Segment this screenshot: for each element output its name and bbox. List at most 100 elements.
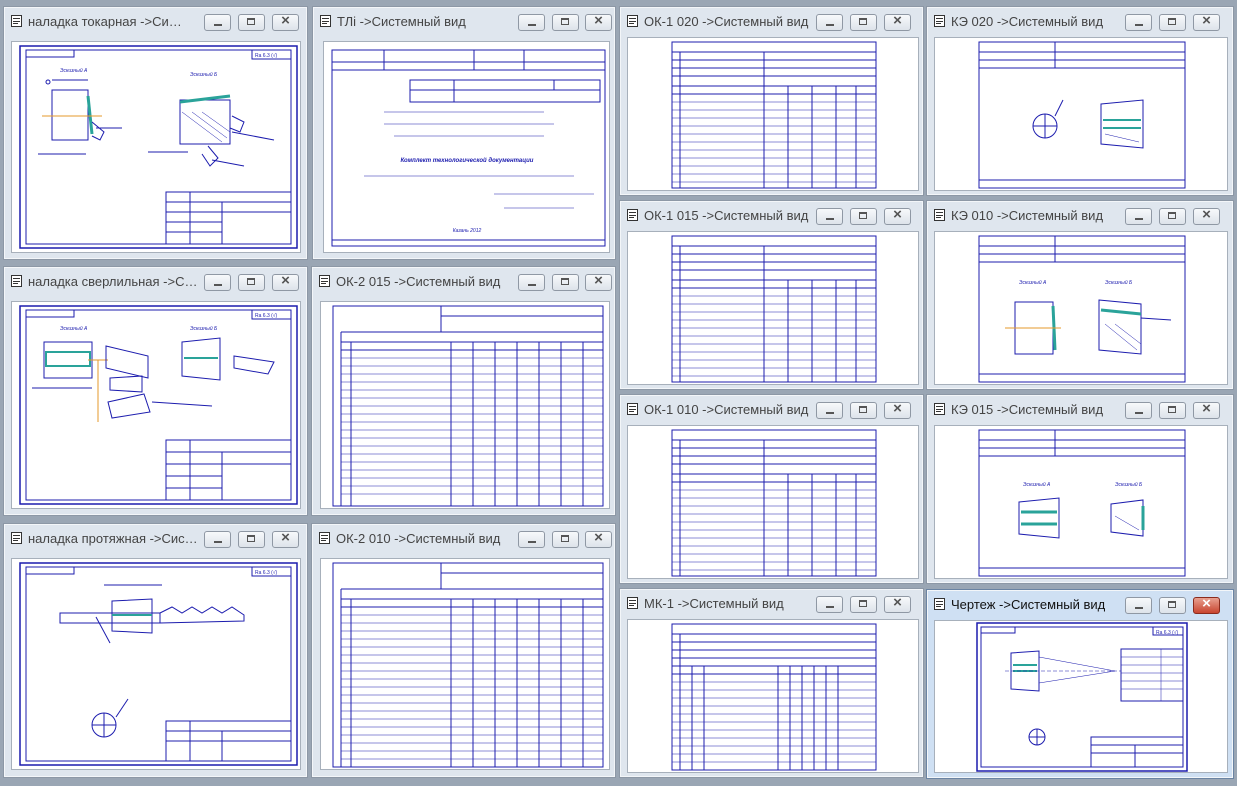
minimize-button[interactable] (518, 274, 545, 291)
document-icon (934, 598, 945, 610)
minimize-button[interactable] (816, 596, 843, 613)
titlebar[interactable]: наладка токарная ->Систем… (4, 7, 307, 35)
maximize-button[interactable] (552, 274, 579, 291)
close-button[interactable] (884, 206, 911, 225)
sketch-label: Эскизный А (1019, 279, 1047, 286)
close-button[interactable] (1193, 12, 1220, 31)
minimize-button[interactable] (204, 531, 231, 548)
window-ok1-010[interactable]: ОК-1 010 ->Системный вид (619, 394, 924, 584)
titlebar[interactable]: ТЛi ->Системный вид (313, 7, 615, 35)
window-mk1[interactable]: МК-1 ->Системный вид (619, 588, 924, 778)
titlebar[interactable]: МК-1 ->Системный вид (620, 589, 923, 617)
drawing-viewport[interactable] (627, 619, 919, 773)
route-card-sheet (671, 623, 877, 771)
close-button[interactable] (272, 272, 299, 291)
window-title: ОК-1 020 ->Системный вид (644, 14, 809, 29)
window-naladka-sverlilnaya[interactable]: наладка сверлильная ->Сис… × Эскизный А … (3, 266, 308, 516)
minimize-button[interactable] (518, 531, 545, 548)
drawing-viewport[interactable] (627, 425, 919, 579)
document-icon (320, 15, 331, 27)
window-naladka-protyazhnaya[interactable]: наладка протяжная ->Систе… × Ra 6.3 (√) (3, 523, 308, 778)
window-naladka-tokarnaya[interactable]: наладка токарная ->Систем… (3, 6, 308, 260)
title-page-sheet: Комплект технологической документации Ка… (331, 49, 606, 247)
titlebar[interactable]: наладка протяжная ->Систе… (4, 524, 307, 552)
drawing-viewport[interactable] (320, 558, 610, 770)
window-tli[interactable]: ТЛi ->Системный вид × Комплект технологи… (312, 6, 616, 260)
close-button[interactable] (1193, 595, 1220, 614)
window-ok1-020[interactable]: ОК-1 020 ->Системный вид (619, 6, 924, 196)
titlebar[interactable]: КЭ 015 ->Системный вид (927, 395, 1233, 423)
window-title: КЭ 010 ->Системный вид (951, 208, 1104, 223)
maximize-button[interactable] (552, 14, 579, 31)
titlebar[interactable]: КЭ 010 ->Системный вид (927, 201, 1233, 229)
maximize-button[interactable] (1159, 14, 1186, 31)
drawing-viewport[interactable] (320, 301, 610, 509)
close-button[interactable] (585, 272, 612, 291)
close-button[interactable] (1193, 206, 1220, 225)
window-title: ОК-2 015 ->Системный вид (336, 274, 501, 289)
close-button[interactable] (585, 529, 612, 548)
minimize-button[interactable] (816, 402, 843, 419)
titlepage-caption: Комплект технологической документации (401, 157, 534, 164)
titlebar[interactable]: наладка сверлильная ->Сис… (4, 267, 307, 295)
maximize-button[interactable] (238, 14, 265, 31)
maximize-button[interactable] (238, 531, 265, 548)
close-button[interactable] (272, 12, 299, 31)
minimize-button[interactable] (816, 14, 843, 31)
drawing-viewport[interactable]: Эскизный А Эскизный Б Ra 6.3 (√) (11, 41, 301, 253)
titlebar[interactable]: ОК-2 010 ->Системный вид (312, 524, 615, 552)
maximize-button[interactable] (850, 402, 877, 419)
drawing-viewport[interactable]: Эскизный А Эскизный Б Ra 6.3 (√) (11, 301, 301, 509)
close-button[interactable] (1193, 400, 1220, 419)
drawing-viewport[interactable]: Комплект технологической документации Ка… (323, 41, 610, 253)
titlebar[interactable]: КЭ 020 ->Системный вид (927, 7, 1233, 35)
titlebar[interactable]: ОК-2 015 ->Системный вид (312, 267, 615, 295)
minimize-button[interactable] (518, 14, 545, 31)
window-ke-020[interactable]: КЭ 020 ->Системный вид (926, 6, 1234, 196)
setup-drawing-drilling: Эскизный А Эскизный Б Ra 6.3 (√) (19, 305, 298, 505)
close-button[interactable] (585, 12, 612, 31)
window-chertezh[interactable]: Чертеж ->Системный вид × Ra 6.3 (√) (926, 589, 1234, 779)
titlebar[interactable]: ОК-1 015 ->Системный вид (620, 201, 923, 229)
maximize-button[interactable] (552, 531, 579, 548)
window-title: ТЛi ->Системный вид (337, 14, 466, 29)
minimize-button[interactable] (1125, 208, 1152, 225)
close-button[interactable] (272, 529, 299, 548)
maximize-button[interactable] (850, 596, 877, 613)
titlebar[interactable]: ОК-1 020 ->Системный вид (620, 7, 923, 35)
maximize-button[interactable] (850, 208, 877, 225)
maximize-button[interactable] (1159, 402, 1186, 419)
maximize-button[interactable] (850, 14, 877, 31)
minimize-button[interactable] (1125, 14, 1152, 31)
sketch-card-sheet (978, 41, 1186, 189)
drawing-viewport[interactable] (627, 37, 919, 191)
close-button[interactable] (884, 400, 911, 419)
window-ok2-015[interactable]: ОК-2 015 ->Системный вид (311, 266, 616, 516)
window-ke-015[interactable]: КЭ 015 ->Системный вид Эскизный А Эскизн… (926, 394, 1234, 584)
operation-card-sheet (671, 429, 877, 577)
minimize-button[interactable] (1125, 597, 1152, 614)
minimize-button[interactable] (816, 208, 843, 225)
drawing-viewport[interactable]: Эскизный А Эскизный Б (934, 425, 1228, 579)
close-button[interactable] (884, 12, 911, 31)
drawing-viewport[interactable]: Эскизный А Эскизный Б (934, 231, 1228, 385)
minimize-button[interactable] (1125, 402, 1152, 419)
maximize-button[interactable] (238, 274, 265, 291)
drawing-viewport[interactable]: Ra 6.3 (√) (934, 620, 1228, 773)
close-button[interactable] (884, 594, 911, 613)
drawing-viewport[interactable] (627, 231, 919, 385)
operation-card-sheet (332, 305, 604, 507)
titlebar[interactable]: ОК-1 010 ->Системный вид (620, 395, 923, 423)
maximize-button[interactable] (1159, 208, 1186, 225)
drawing-viewport[interactable] (934, 37, 1228, 191)
maximize-button[interactable] (1159, 597, 1186, 614)
window-ke-010[interactable]: КЭ 010 ->Системный вид Эскизный А (926, 200, 1234, 390)
drawing-viewport[interactable]: Ra 6.3 (√) (11, 558, 301, 770)
window-title: МК-1 ->Системный вид (644, 596, 784, 611)
window-ok1-015[interactable]: ОК-1 015 ->Системный вид (619, 200, 924, 390)
window-ok2-010[interactable]: ОК-2 010 ->Системный вид (311, 523, 616, 778)
minimize-button[interactable] (204, 14, 231, 31)
minimize-button[interactable] (204, 274, 231, 291)
titlebar[interactable]: Чертеж ->Системный вид (927, 590, 1233, 618)
titlepage-city: Казань 2012 (453, 228, 482, 234)
